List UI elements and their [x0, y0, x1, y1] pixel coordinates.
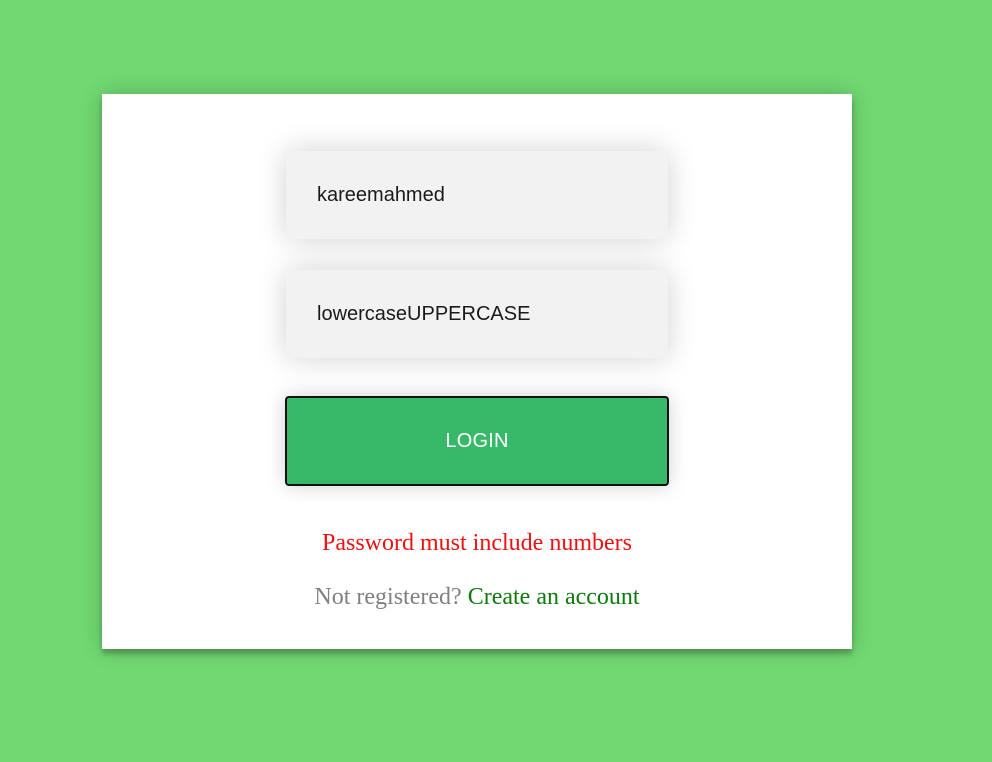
register-prompt: Not registered? Create an account: [102, 584, 852, 611]
not-registered-text: Not registered?: [314, 584, 462, 610]
error-message: Password must include numbers: [322, 530, 632, 556]
username-input[interactable]: [286, 151, 668, 239]
password-input[interactable]: [286, 270, 668, 358]
login-card: LOGIN Password must include numbers Not …: [102, 94, 852, 649]
login-button[interactable]: LOGIN: [285, 396, 669, 486]
create-account-link[interactable]: Create an account: [468, 584, 640, 610]
